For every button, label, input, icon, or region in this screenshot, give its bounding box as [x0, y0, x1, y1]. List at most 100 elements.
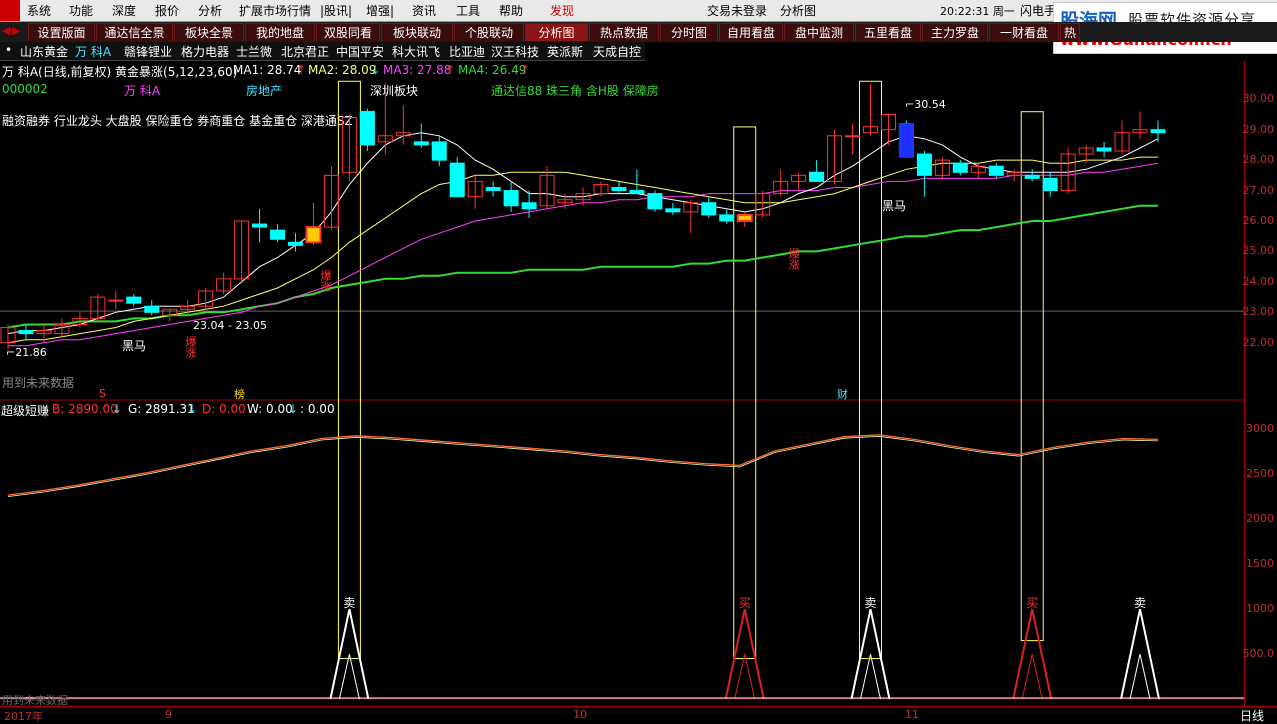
- sell-signal-triangle-inner: [338, 653, 360, 700]
- price-tick: 25.00: [1242, 244, 1275, 258]
- tab-7[interactable]: 分析图: [525, 23, 588, 41]
- candle-body: [719, 214, 735, 222]
- price-tick: 27.00: [1242, 183, 1275, 197]
- stock-tab-9[interactable]: 比亚迪: [449, 43, 485, 60]
- candle-body: [1096, 147, 1112, 152]
- stock-tab-8[interactable]: 科大讯飞: [392, 43, 440, 60]
- tab-13[interactable]: 主力罗盘: [922, 23, 988, 41]
- stock-quick-bar: • 山东黄金万 科A 赣锋锂业 格力电器 士兰微 北京君正 中国平安 科大讯飞 比亚迪 汉王科技英…: [0, 42, 645, 61]
- menu-extended-market[interactable]: 扩展市场行情: [239, 2, 311, 19]
- tab-0[interactable]: 设置版面: [28, 23, 95, 41]
- baozhang-candle: [305, 226, 322, 244]
- stock-tab-2[interactable]: 万 科A: [75, 43, 111, 60]
- time-label-nov: 11: [905, 708, 919, 721]
- tab-12[interactable]: 五里看盘: [855, 23, 921, 41]
- indicator-d-value: D: 0.00: [202, 402, 246, 416]
- sell-signal-triangle-2-inner: [860, 653, 881, 700]
- high-pointer-icon: ⌐: [905, 98, 915, 111]
- indicator-w-value: W: 0.00: [247, 402, 293, 416]
- price-tick: 28.00: [1242, 153, 1275, 167]
- sell-signal-triangle-3-inner: [1129, 653, 1151, 700]
- candle-body: [647, 193, 663, 210]
- indicator-g-line: [7, 435, 1159, 497]
- heima-signal-label-2: 黑马: [882, 199, 907, 213]
- price-tick: 23.00: [1242, 305, 1275, 319]
- indicator-tick: 2000: [1246, 512, 1274, 526]
- tab-1[interactable]: 通达信全景: [96, 23, 173, 41]
- menu-enhance[interactable]: 增强|: [366, 2, 394, 19]
- candle-body: [108, 299, 124, 302]
- event-finance-marker[interactable]: 财: [837, 386, 848, 402]
- tab-8[interactable]: 热点数据: [589, 23, 659, 41]
- stock-tab-1[interactable]: 山东黄金: [20, 43, 68, 60]
- indicator-extra-value: : 0.00: [300, 402, 335, 416]
- app-logo-icon: [0, 0, 20, 21]
- baozhang-candle-2: [736, 213, 753, 222]
- candle-body: [521, 202, 537, 210]
- tab-2[interactable]: 板块全景: [174, 23, 244, 41]
- candle-body: [1150, 129, 1166, 134]
- menu-news[interactable]: |股讯|: [320, 2, 352, 19]
- menu-discover[interactable]: 发现: [550, 2, 574, 19]
- price-tick: 22.00: [1242, 335, 1275, 349]
- tab-9[interactable]: 分时图: [660, 23, 718, 41]
- future-data-warning: 用到未来数据: [2, 376, 75, 390]
- low-price-label: ⌐21.86: [6, 346, 47, 359]
- menu-help[interactable]: 帮助: [499, 2, 523, 19]
- buy-label: 买: [739, 596, 751, 610]
- candle-body: [431, 141, 447, 161]
- stock-tab-5[interactable]: 士兰微: [236, 43, 272, 60]
- stock-tab-6[interactable]: 北京君正: [281, 43, 329, 60]
- menu-flash-order[interactable]: 闪电手: [1020, 2, 1056, 19]
- tab-15[interactable]: 热: [1060, 23, 1080, 41]
- event-s-marker[interactable]: S: [99, 387, 106, 400]
- tab-3[interactable]: 我的地盘: [245, 23, 315, 41]
- kline-chart[interactable]: 卖买卖买卖: [0, 61, 1244, 706]
- menu-info[interactable]: 资讯: [412, 2, 436, 19]
- candle-body: [449, 162, 465, 198]
- indicator-name[interactable]: 超级短赚: [1, 402, 49, 419]
- tab-scroll-left-icon[interactable]: ◀: [2, 24, 10, 37]
- tab-bar: ◀ ▶ 设置版面 通达信全景 板块全景 我的地盘 双股同看 板块联动 个股联动 分析图 热点数据…: [0, 22, 1277, 42]
- tab-6[interactable]: 个股联动: [454, 23, 524, 41]
- buy-signal-triangle-2-inner: [1021, 653, 1043, 700]
- menu-tools[interactable]: 工具: [456, 2, 480, 19]
- candle-body: [1042, 177, 1058, 192]
- stock-tab-12[interactable]: 天成自控: [593, 43, 641, 60]
- tab-14[interactable]: 一财看盘: [989, 23, 1059, 41]
- candle-body: [629, 190, 645, 195]
- price-tick: 26.00: [1242, 214, 1275, 227]
- stock-tab-7[interactable]: 中国平安: [336, 43, 384, 60]
- period-selector[interactable]: 日线: [1240, 707, 1264, 724]
- indicator-g-down-icon: ↓: [187, 402, 198, 416]
- candle-body: [144, 305, 160, 313]
- menu-function[interactable]: 功能: [69, 2, 93, 19]
- stock-tab-11[interactable]: 英派斯: [547, 43, 583, 60]
- menu-system[interactable]: 系统: [27, 2, 51, 19]
- candle-body: [665, 208, 681, 213]
- tab-4[interactable]: 双股同看: [316, 23, 380, 41]
- tab-10[interactable]: 自用看盘: [719, 23, 783, 41]
- tab-11[interactable]: 盘中监测: [784, 23, 854, 41]
- sell-label-3: 卖: [1134, 596, 1146, 610]
- tab-5[interactable]: 板块联动: [381, 23, 453, 41]
- ma1-line: [7, 132, 1159, 335]
- buy-signal-triangle-inner: [734, 653, 756, 700]
- low-pointer-icon: ⌐: [6, 346, 16, 359]
- stock-tab-4[interactable]: 格力电器: [181, 43, 229, 60]
- heima-signal-label: 黑马: [122, 339, 147, 353]
- stock-tab-0[interactable]: •: [5, 43, 12, 57]
- stock-tab-3[interactable]: 赣锋锂业: [124, 43, 172, 60]
- candle-body: [503, 190, 519, 207]
- baozhang-label-1: 爆涨: [184, 336, 197, 358]
- tab-scroll-right-icon[interactable]: ▶: [12, 24, 20, 37]
- menu-analysis[interactable]: 分析: [198, 2, 222, 19]
- indicator-g-value: G: 2891.31: [128, 402, 195, 416]
- candle-body: [18, 330, 34, 335]
- menu-depth[interactable]: 深度: [112, 2, 136, 19]
- event-list-marker[interactable]: 榜: [234, 386, 245, 402]
- candle-body: [413, 141, 429, 146]
- menu-quote[interactable]: 报价: [155, 2, 179, 19]
- trade-login-status[interactable]: 交易未登录: [707, 2, 767, 19]
- stock-tab-10[interactable]: 汉王科技: [491, 43, 539, 60]
